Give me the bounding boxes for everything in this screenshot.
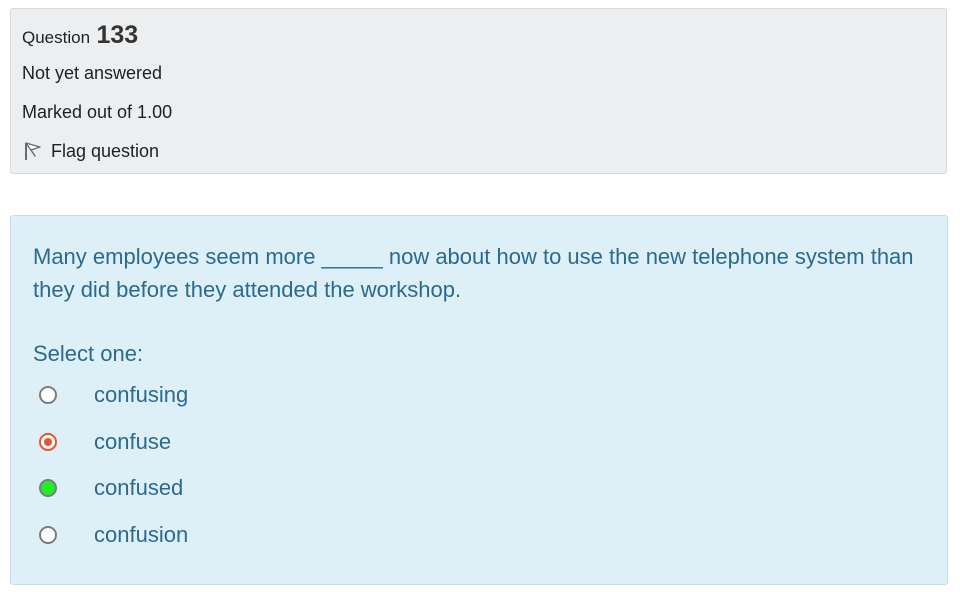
question-number: 133 xyxy=(96,21,139,49)
question-info-panel: Question 133 Not yet answered Marked out… xyxy=(10,8,947,174)
answer-option-label: confused xyxy=(94,475,184,500)
answer-option-label: confusing xyxy=(94,382,189,407)
answer-option-confusion[interactable]: confusion xyxy=(39,520,188,550)
flag-question-button[interactable]: Flag question xyxy=(22,140,159,162)
question-content-panel: Many employees seem more _____ now about… xyxy=(10,215,948,585)
radio-button[interactable] xyxy=(39,526,57,544)
answer-option-confused[interactable]: confused xyxy=(39,473,183,503)
radio-button-highlighted[interactable] xyxy=(39,479,57,497)
radio-button-selected[interactable] xyxy=(39,433,57,451)
question-status: Not yet answered xyxy=(22,63,163,83)
flag-icon xyxy=(22,140,44,162)
question-marks: Marked out of 1.00 xyxy=(22,102,173,122)
question-label: Question xyxy=(22,28,91,47)
answer-option-confusing[interactable]: confusing xyxy=(39,380,188,410)
answer-option-confuse[interactable]: confuse xyxy=(39,427,171,457)
question-text: Many employees seem more _____ now about… xyxy=(33,244,914,302)
answer-option-label: confusion xyxy=(94,522,189,547)
answer-option-label: confuse xyxy=(94,429,172,454)
question-heading: Question 133 xyxy=(22,21,138,50)
flag-question-label: Flag question xyxy=(51,140,160,161)
radio-button[interactable] xyxy=(39,386,57,404)
select-one-prompt: Select one: xyxy=(33,341,144,366)
